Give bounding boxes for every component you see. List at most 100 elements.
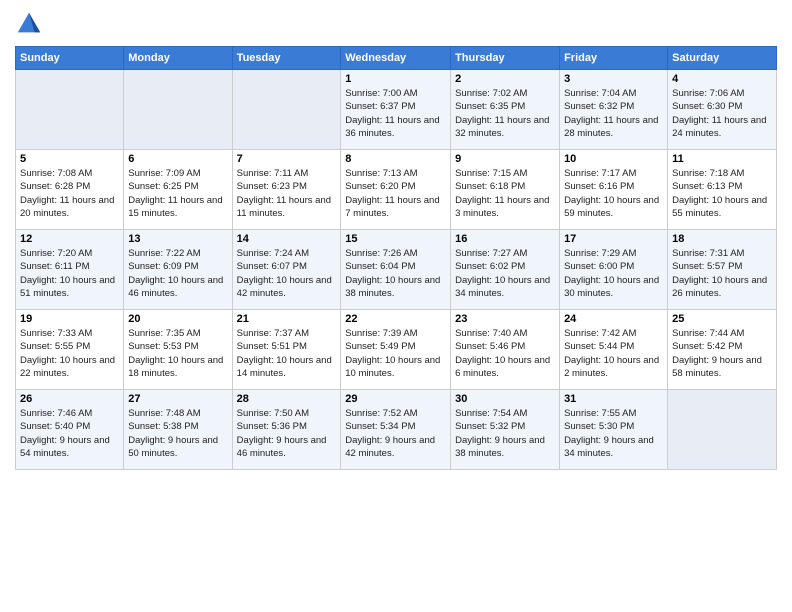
day-number: 6 bbox=[128, 153, 227, 165]
day-number: 15 bbox=[345, 233, 446, 245]
day-info: Sunrise: 7:50 AM Sunset: 5:36 PM Dayligh… bbox=[237, 407, 337, 460]
day-number: 11 bbox=[672, 153, 772, 165]
day-number: 23 bbox=[455, 313, 555, 325]
calendar-cell: 21 Sunrise: 7:37 AM Sunset: 5:51 PM Dayli… bbox=[232, 310, 341, 390]
day-info: Sunrise: 7:46 AM Sunset: 5:40 PM Dayligh… bbox=[20, 407, 119, 460]
day-info: Sunrise: 7:26 AM Sunset: 6:04 PM Dayligh… bbox=[345, 247, 446, 300]
calendar-cell: 14 Sunrise: 7:24 AM Sunset: 6:07 PM Dayli… bbox=[232, 230, 341, 310]
calendar-cell bbox=[124, 70, 232, 150]
calendar-row-1: 5Sunrise: 7:08 AM Sunset: 6:28 PM Daylig… bbox=[16, 150, 777, 230]
day-number: 26 bbox=[20, 393, 119, 405]
day-number: 19 bbox=[20, 313, 119, 325]
calendar-cell: 26 Sunrise: 7:46 AM Sunset: 5:40 PM Dayli… bbox=[16, 390, 124, 470]
weekday-header-tuesday: Tuesday bbox=[232, 47, 341, 70]
calendar-row-0: 1 Sunrise: 7:00 AM Sunset: 6:37 PM Daylig… bbox=[16, 70, 777, 150]
calendar-cell: 17 Sunrise: 7:29 AM Sunset: 6:00 PM Dayli… bbox=[560, 230, 668, 310]
day-number: 3 bbox=[564, 73, 663, 85]
calendar-cell: 31 Sunrise: 7:55 AM Sunset: 5:30 PM Dayli… bbox=[560, 390, 668, 470]
day-number: 16 bbox=[455, 233, 555, 245]
page: SundayMondayTuesdayWednesdayThursdayFrid… bbox=[0, 0, 792, 612]
day-number: 27 bbox=[128, 393, 227, 405]
day-number: 14 bbox=[237, 233, 337, 245]
calendar-cell bbox=[668, 390, 777, 470]
day-number: 25 bbox=[672, 313, 772, 325]
calendar-cell: 22 Sunrise: 7:39 AM Sunset: 5:49 PM Dayli… bbox=[341, 310, 451, 390]
calendar-cell: 4Sunrise: 7:06 AM Sunset: 6:30 PM Daylig… bbox=[668, 70, 777, 150]
day-info: Sunrise: 7:42 AM Sunset: 5:44 PM Dayligh… bbox=[564, 327, 663, 380]
calendar-cell: 28Sunrise: 7:50 AM Sunset: 5:36 PM Dayli… bbox=[232, 390, 341, 470]
day-number: 1 bbox=[345, 73, 446, 85]
day-info: Sunrise: 7:15 AM Sunset: 6:18 PM Dayligh… bbox=[455, 167, 555, 220]
calendar-cell bbox=[16, 70, 124, 150]
day-info: Sunrise: 7:24 AM Sunset: 6:07 PM Dayligh… bbox=[237, 247, 337, 300]
day-info: Sunrise: 7:18 AM Sunset: 6:13 PM Dayligh… bbox=[672, 167, 772, 220]
day-info: Sunrise: 7:33 AM Sunset: 5:55 PM Dayligh… bbox=[20, 327, 119, 380]
day-info: Sunrise: 7:52 AM Sunset: 5:34 PM Dayligh… bbox=[345, 407, 446, 460]
weekday-header-monday: Monday bbox=[124, 47, 232, 70]
calendar-cell: 25Sunrise: 7:44 AM Sunset: 5:42 PM Dayli… bbox=[668, 310, 777, 390]
calendar-row-4: 26 Sunrise: 7:46 AM Sunset: 5:40 PM Dayli… bbox=[16, 390, 777, 470]
calendar-cell: 30Sunrise: 7:54 AM Sunset: 5:32 PM Dayli… bbox=[451, 390, 560, 470]
day-number: 9 bbox=[455, 153, 555, 165]
day-number: 8 bbox=[345, 153, 446, 165]
day-number: 4 bbox=[672, 73, 772, 85]
calendar-cell: 7Sunrise: 7:11 AM Sunset: 6:23 PM Daylig… bbox=[232, 150, 341, 230]
day-info: Sunrise: 7:09 AM Sunset: 6:25 PM Dayligh… bbox=[128, 167, 227, 220]
calendar-table: SundayMondayTuesdayWednesdayThursdayFrid… bbox=[15, 46, 777, 470]
calendar-cell bbox=[232, 70, 341, 150]
header bbox=[15, 10, 777, 38]
day-info: Sunrise: 7:04 AM Sunset: 6:32 PM Dayligh… bbox=[564, 87, 663, 140]
day-number: 24 bbox=[564, 313, 663, 325]
day-info: Sunrise: 7:13 AM Sunset: 6:20 PM Dayligh… bbox=[345, 167, 446, 220]
day-info: Sunrise: 7:08 AM Sunset: 6:28 PM Dayligh… bbox=[20, 167, 119, 220]
weekday-header-thursday: Thursday bbox=[451, 47, 560, 70]
calendar-cell: 8 Sunrise: 7:13 AM Sunset: 6:20 PM Daylig… bbox=[341, 150, 451, 230]
day-info: Sunrise: 7:55 AM Sunset: 5:30 PM Dayligh… bbox=[564, 407, 663, 460]
day-info: Sunrise: 7:48 AM Sunset: 5:38 PM Dayligh… bbox=[128, 407, 227, 460]
calendar-cell: 15 Sunrise: 7:26 AM Sunset: 6:04 PM Dayli… bbox=[341, 230, 451, 310]
calendar-cell: 12 Sunrise: 7:20 AM Sunset: 6:11 PM Dayli… bbox=[16, 230, 124, 310]
weekday-header-saturday: Saturday bbox=[668, 47, 777, 70]
day-number: 30 bbox=[455, 393, 555, 405]
day-number: 10 bbox=[564, 153, 663, 165]
weekday-header-sunday: Sunday bbox=[16, 47, 124, 70]
calendar-cell: 19 Sunrise: 7:33 AM Sunset: 5:55 PM Dayli… bbox=[16, 310, 124, 390]
day-number: 20 bbox=[128, 313, 227, 325]
calendar-cell: 16Sunrise: 7:27 AM Sunset: 6:02 PM Dayli… bbox=[451, 230, 560, 310]
day-number: 31 bbox=[564, 393, 663, 405]
calendar-cell: 11 Sunrise: 7:18 AM Sunset: 6:13 PM Dayli… bbox=[668, 150, 777, 230]
day-info: Sunrise: 7:22 AM Sunset: 6:09 PM Dayligh… bbox=[128, 247, 227, 300]
day-info: Sunrise: 7:40 AM Sunset: 5:46 PM Dayligh… bbox=[455, 327, 555, 380]
day-number: 13 bbox=[128, 233, 227, 245]
day-info: Sunrise: 7:29 AM Sunset: 6:00 PM Dayligh… bbox=[564, 247, 663, 300]
calendar-cell: 23 Sunrise: 7:40 AM Sunset: 5:46 PM Dayli… bbox=[451, 310, 560, 390]
calendar-cell: 27 Sunrise: 7:48 AM Sunset: 5:38 PM Dayli… bbox=[124, 390, 232, 470]
calendar-cell: 20 Sunrise: 7:35 AM Sunset: 5:53 PM Dayli… bbox=[124, 310, 232, 390]
calendar-cell: 10 Sunrise: 7:17 AM Sunset: 6:16 PM Dayli… bbox=[560, 150, 668, 230]
day-number: 29 bbox=[345, 393, 446, 405]
weekday-header-wednesday: Wednesday bbox=[341, 47, 451, 70]
logo bbox=[15, 10, 47, 38]
calendar-cell: 1 Sunrise: 7:00 AM Sunset: 6:37 PM Daylig… bbox=[341, 70, 451, 150]
day-info: Sunrise: 7:37 AM Sunset: 5:51 PM Dayligh… bbox=[237, 327, 337, 380]
weekday-header-friday: Friday bbox=[560, 47, 668, 70]
day-number: 22 bbox=[345, 313, 446, 325]
calendar-cell: 13 Sunrise: 7:22 AM Sunset: 6:09 PM Dayli… bbox=[124, 230, 232, 310]
weekday-header-row: SundayMondayTuesdayWednesdayThursdayFrid… bbox=[16, 47, 777, 70]
calendar-cell: 24 Sunrise: 7:42 AM Sunset: 5:44 PM Dayli… bbox=[560, 310, 668, 390]
day-info: Sunrise: 7:17 AM Sunset: 6:16 PM Dayligh… bbox=[564, 167, 663, 220]
day-info: Sunrise: 7:20 AM Sunset: 6:11 PM Dayligh… bbox=[20, 247, 119, 300]
calendar-cell: 6 Sunrise: 7:09 AM Sunset: 6:25 PM Daylig… bbox=[124, 150, 232, 230]
day-info: Sunrise: 7:35 AM Sunset: 5:53 PM Dayligh… bbox=[128, 327, 227, 380]
calendar-cell: 2 Sunrise: 7:02 AM Sunset: 6:35 PM Daylig… bbox=[451, 70, 560, 150]
day-number: 12 bbox=[20, 233, 119, 245]
day-number: 17 bbox=[564, 233, 663, 245]
day-number: 18 bbox=[672, 233, 772, 245]
day-info: Sunrise: 7:39 AM Sunset: 5:49 PM Dayligh… bbox=[345, 327, 446, 380]
calendar-cell: 9 Sunrise: 7:15 AM Sunset: 6:18 PM Daylig… bbox=[451, 150, 560, 230]
day-number: 21 bbox=[237, 313, 337, 325]
calendar-row-2: 12 Sunrise: 7:20 AM Sunset: 6:11 PM Dayli… bbox=[16, 230, 777, 310]
day-info: Sunrise: 7:00 AM Sunset: 6:37 PM Dayligh… bbox=[345, 87, 446, 140]
day-number: 2 bbox=[455, 73, 555, 85]
day-info: Sunrise: 7:02 AM Sunset: 6:35 PM Dayligh… bbox=[455, 87, 555, 140]
